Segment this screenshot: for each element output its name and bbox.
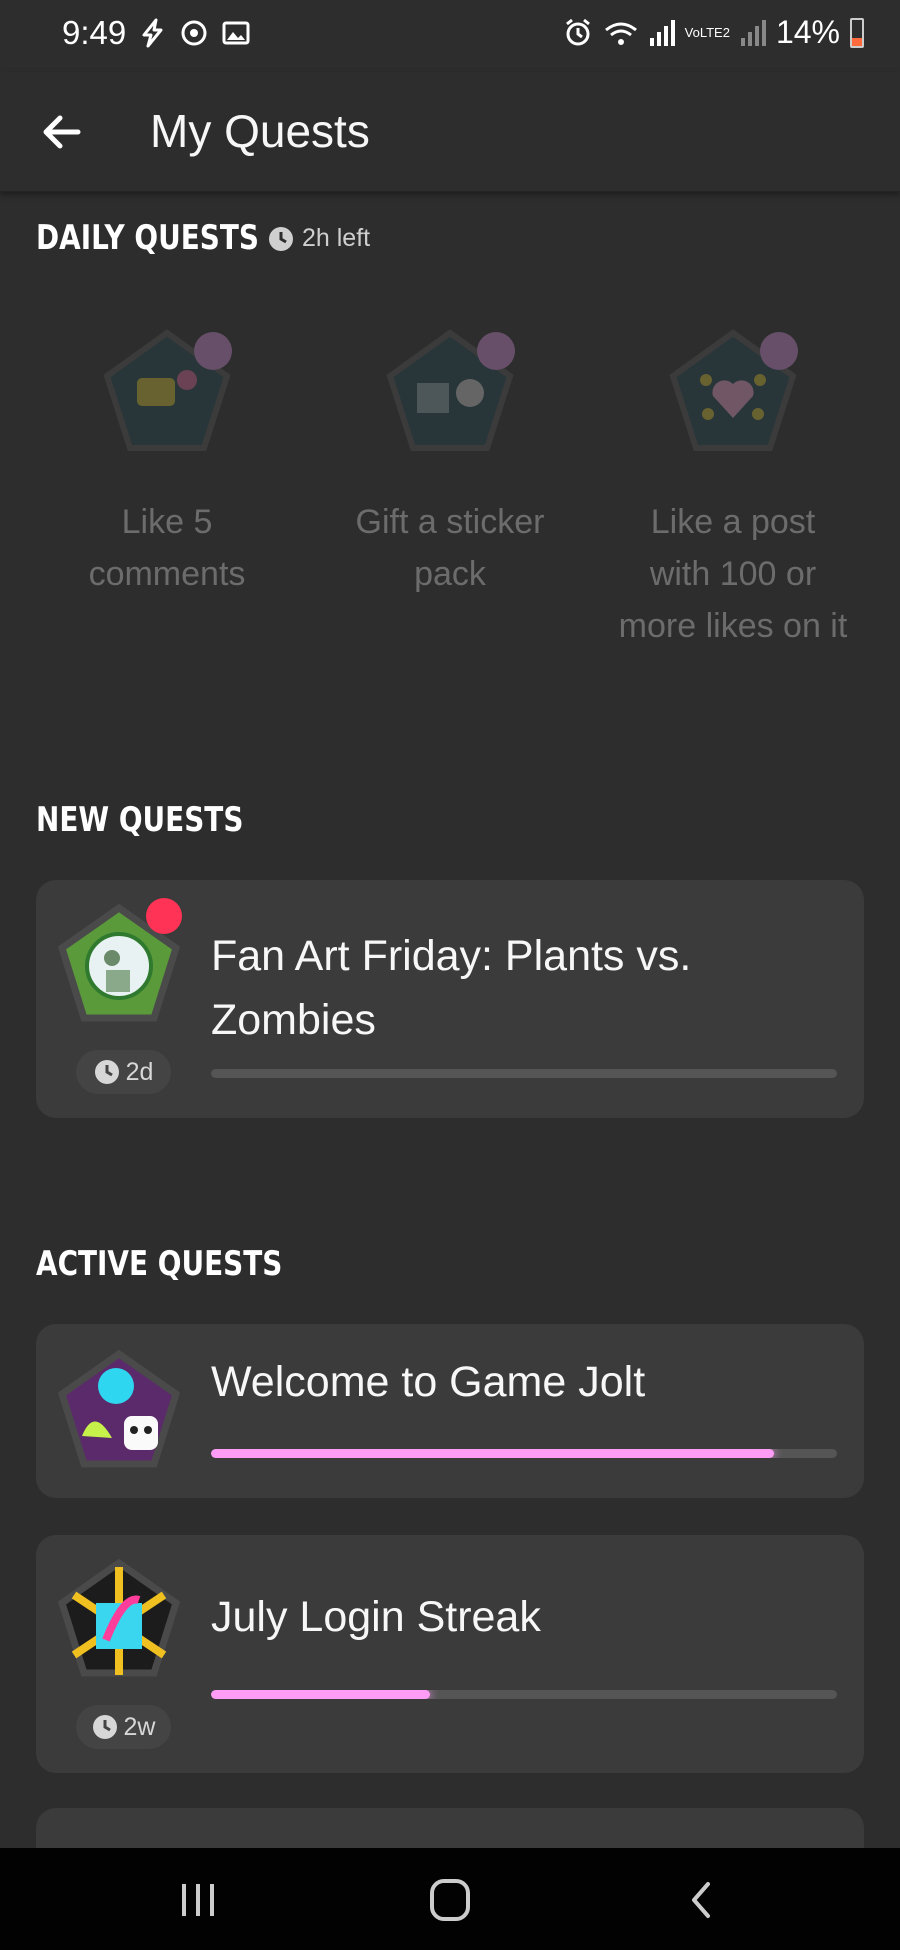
- check-badge-icon: [760, 332, 798, 370]
- daily-quest-label: Like 5 comments: [88, 503, 246, 593]
- check-badge-icon: [194, 332, 232, 370]
- quest-timer: 2w: [76, 1705, 171, 1749]
- active-quests-heading: ACTIVE QUESTS: [36, 1244, 283, 1284]
- daily-quest-item[interactable]: Like 5 comments: [52, 318, 282, 600]
- sync-icon: [181, 20, 207, 46]
- quest-art-login-streak: [54, 1555, 184, 1685]
- flash-icon: [142, 18, 163, 48]
- quest-progress-fill: [211, 1690, 431, 1699]
- daily-quest-label: Gift a sticker pack: [355, 503, 545, 593]
- quest-timer-text: 2d: [125, 1057, 154, 1086]
- arrow-left-icon[interactable]: [36, 106, 88, 158]
- new-quests-heading: NEW QUESTS: [36, 800, 244, 840]
- wifi-icon: [604, 22, 637, 45]
- status-notification-icons: [138, 18, 250, 48]
- home-icon[interactable]: [420, 1878, 480, 1922]
- hearts-icon: [658, 318, 808, 468]
- quest-card[interactable]: July Login Streak 2w: [36, 1535, 864, 1773]
- battery-percent: 14%: [775, 14, 840, 50]
- daily-quest-item[interactable]: Like a post with 100 or more likes on it: [618, 318, 848, 652]
- daily-quests-heading: DAILY QUESTS: [36, 218, 259, 258]
- recent-apps-icon[interactable]: [168, 1878, 228, 1922]
- clock-icon: [94, 1060, 119, 1084]
- status-system-icons: VoLTE2 14%: [563, 14, 864, 51]
- status-time: 9:49: [62, 14, 127, 51]
- quest-timer: 2d: [76, 1050, 171, 1094]
- clock-icon: [269, 226, 293, 251]
- quest-title: Fan Art Friday: Plants vs. Zombies: [211, 932, 692, 1044]
- gift-sticker-icon: [375, 318, 525, 468]
- quest-timer-text: 2w: [123, 1712, 156, 1741]
- clock-icon: [92, 1715, 117, 1739]
- quest-progress-bar: [211, 1690, 837, 1699]
- signal-2-icon: [740, 19, 766, 46]
- time-left-text: 2h left: [302, 224, 371, 252]
- new-indicator-dot: [146, 898, 182, 934]
- quest-progress-bar: [211, 1069, 837, 1078]
- alarm-icon: [565, 18, 590, 45]
- check-badge-icon: [477, 332, 515, 370]
- quest-progress-bar: [211, 1449, 837, 1458]
- signal-icon: [649, 19, 675, 46]
- back-chevron-icon[interactable]: [672, 1878, 732, 1922]
- daily-quest-item[interactable]: Gift a sticker pack: [335, 318, 565, 600]
- quest-progress-fill: [211, 1449, 775, 1458]
- navigation-bar: [0, 1848, 900, 1950]
- app-bar: My Quests: [0, 72, 900, 192]
- daily-quest-label: Like a post with 100 or more likes on it: [618, 503, 848, 645]
- quest-art-welcome: [54, 1346, 184, 1476]
- daily-time-left: 2h left: [268, 224, 370, 253]
- volte-label: VoLTE2: [684, 25, 730, 40]
- quest-card[interactable]: Fan Art Friday: Plants vs. Zombies 2d: [36, 880, 864, 1118]
- image-icon: [222, 21, 250, 45]
- quest-title: Welcome to Game Jolt: [211, 1358, 646, 1406]
- page-title: My Quests: [150, 105, 370, 157]
- status-bar: 9:49 VoLTE2 14%: [0, 0, 900, 72]
- battery-icon: [850, 17, 864, 48]
- quest-title: July Login Streak: [211, 1593, 541, 1641]
- comment-heart-icon: [92, 318, 242, 468]
- quest-card[interactable]: Welcome to Game Jolt: [36, 1324, 864, 1498]
